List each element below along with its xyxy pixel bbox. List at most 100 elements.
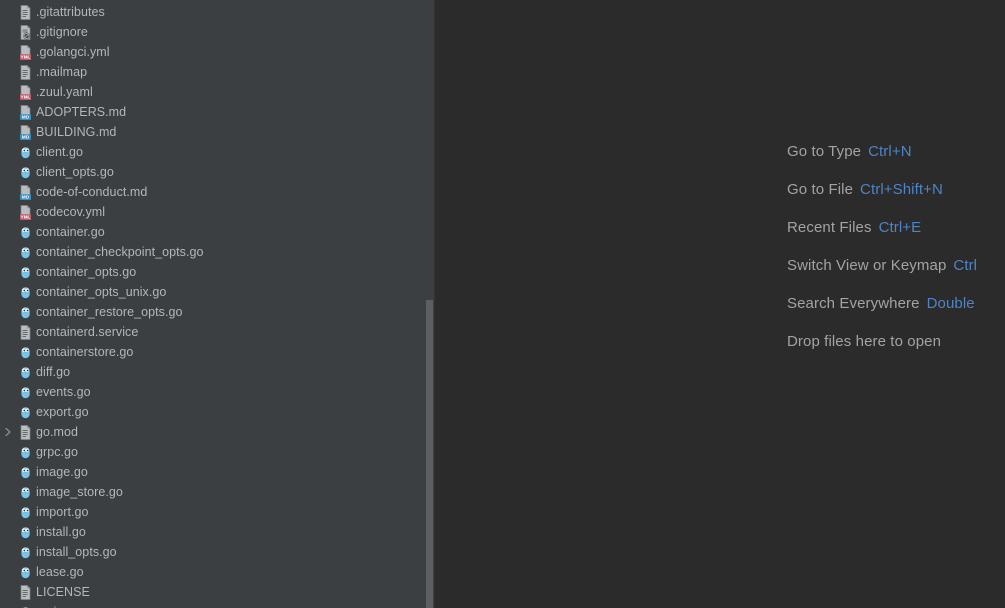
tree-row-label: grpc.go xyxy=(36,445,79,459)
tree-row-label: containerstore.go xyxy=(36,345,134,359)
text-file-icon xyxy=(19,324,32,340)
tree-row-label: image_store.go xyxy=(36,485,123,499)
yml-file-icon: YML xyxy=(19,84,32,100)
go-file-icon xyxy=(19,465,32,480)
tree-row[interactable]: diff.go xyxy=(0,362,435,382)
go-file-icon xyxy=(19,445,32,460)
tree-row[interactable]: image.go xyxy=(0,462,435,482)
tree-row[interactable]: go.mod xyxy=(0,422,435,442)
project-tool-window[interactable]: .gitattributes .gitignore YML .golangci.yml… xyxy=(0,0,435,608)
tree-row-label: .zuul.yaml xyxy=(36,85,93,99)
text-file-icon xyxy=(19,584,32,600)
tree-row[interactable]: grpc.go xyxy=(0,442,435,462)
ignored-file-icon xyxy=(19,24,32,40)
tree-row-label: codecov.yml xyxy=(36,205,106,219)
shortcut-hint-label: Go to File xyxy=(787,180,854,198)
shortcut-hint-row: Recent Files Ctrl+E xyxy=(787,208,977,246)
tree-row[interactable]: container.go xyxy=(0,222,435,242)
tree-row[interactable]: client.go xyxy=(0,142,435,162)
scrollbar-track[interactable] xyxy=(425,0,434,608)
tree-row[interactable]: container_checkpoint_opts.go xyxy=(0,242,435,262)
go-file-icon xyxy=(19,365,32,380)
text-file-icon xyxy=(19,64,32,80)
go-file-icon xyxy=(19,485,32,500)
tree-row-label: install.go xyxy=(36,525,86,539)
svg-text:MD: MD xyxy=(22,114,30,120)
go-file-icon xyxy=(19,565,32,580)
shortcut-hint-row: Go to Type Ctrl+N xyxy=(787,132,977,170)
text-file-icon xyxy=(19,4,32,20)
go-file-icon xyxy=(19,545,32,560)
file-tree-list[interactable]: .gitattributes .gitignore YML .golangci.yml… xyxy=(0,2,435,608)
tree-row-label: go.mod xyxy=(36,425,78,439)
tree-row-label: .mailmap xyxy=(36,65,88,79)
shortcut-hint-row: Drop files here to open xyxy=(787,322,977,360)
tree-row[interactable]: events.go xyxy=(0,382,435,402)
tree-row[interactable]: YML .golangci.yml xyxy=(0,42,435,62)
ide-window: .gitattributes .gitignore YML .golangci.yml… xyxy=(0,0,1005,608)
tree-row[interactable]: .gitattributes xyxy=(0,2,435,22)
tree-row[interactable]: MD ADOPTERS.md xyxy=(0,102,435,122)
tree-row-label: container_opts_unix.go xyxy=(36,285,167,299)
tree-row[interactable]: export.go xyxy=(0,402,435,422)
editor-area[interactable]: Go to Type Ctrl+N Go to File Ctrl+Shift+N Re… xyxy=(435,0,1005,608)
tree-row[interactable]: YML .zuul.yaml xyxy=(0,82,435,102)
go-file-icon xyxy=(19,505,32,520)
tree-row[interactable]: LICENSE xyxy=(0,582,435,602)
tree-row-label: containerd.service xyxy=(36,325,139,339)
tree-row-label: container_opts.go xyxy=(36,265,137,279)
shortcut-hint-key: Ctrl+E xyxy=(878,218,922,236)
tree-row[interactable]: install.go xyxy=(0,522,435,542)
tree-row[interactable]: MD code-of-conduct.md xyxy=(0,182,435,202)
tree-row[interactable]: .mailmap xyxy=(0,62,435,82)
tree-row-label: diff.go xyxy=(36,365,71,379)
tree-row[interactable]: import.go xyxy=(0,502,435,522)
tree-row[interactable]: YML codecov.yml xyxy=(0,202,435,222)
go-file-icon xyxy=(19,285,32,300)
tree-row-label: LICENSE xyxy=(36,585,90,599)
tree-row[interactable]: MD BUILDING.md xyxy=(0,122,435,142)
shortcut-hint-row: Go to File Ctrl+Shift+N xyxy=(787,170,977,208)
tree-row-label: import.go xyxy=(36,505,89,519)
scrollbar-thumb[interactable] xyxy=(426,300,433,608)
shortcut-hint-key: Ctrl xyxy=(953,256,978,274)
go-file-icon xyxy=(19,525,32,540)
shortcut-hint-label: Recent Files xyxy=(787,218,872,236)
shortcut-hint-key: Ctrl+N xyxy=(868,142,912,160)
markdown-file-icon: MD xyxy=(19,184,32,200)
tree-row[interactable]: containerd.service xyxy=(0,322,435,342)
tree-row[interactable]: container_opts.go xyxy=(0,262,435,282)
tree-row[interactable]: client_opts.go xyxy=(0,162,435,182)
tree-row[interactable]: image_store.go xyxy=(0,482,435,502)
svg-text:YML: YML xyxy=(21,214,31,219)
tree-row[interactable]: container_restore_opts.go xyxy=(0,302,435,322)
tree-row[interactable]: .gitignore xyxy=(0,22,435,42)
tree-row-label: export.go xyxy=(36,405,89,419)
shortcut-hint-key: Double xyxy=(926,294,975,312)
shortcut-hint-row: Switch View or Keymap Ctrl xyxy=(787,246,977,284)
go-file-icon xyxy=(19,345,32,360)
go-file-icon xyxy=(19,165,32,180)
tree-row[interactable]: lease.go xyxy=(0,562,435,582)
go-file-icon xyxy=(19,145,32,160)
shortcut-hint-label: Switch View or Keymap xyxy=(787,256,947,274)
chevron-right-icon[interactable] xyxy=(0,422,16,442)
tree-row-label: .gitignore xyxy=(36,25,88,39)
go-file-icon xyxy=(19,385,32,400)
tree-row[interactable]: install_opts.go xyxy=(0,542,435,562)
yml-file-icon: YML xyxy=(19,204,32,220)
tree-row[interactable]: containerstore.go xyxy=(0,342,435,362)
tree-row[interactable]: main.go xyxy=(0,602,435,608)
tree-row[interactable]: container_opts_unix.go xyxy=(0,282,435,302)
svg-text:MD: MD xyxy=(22,194,30,200)
